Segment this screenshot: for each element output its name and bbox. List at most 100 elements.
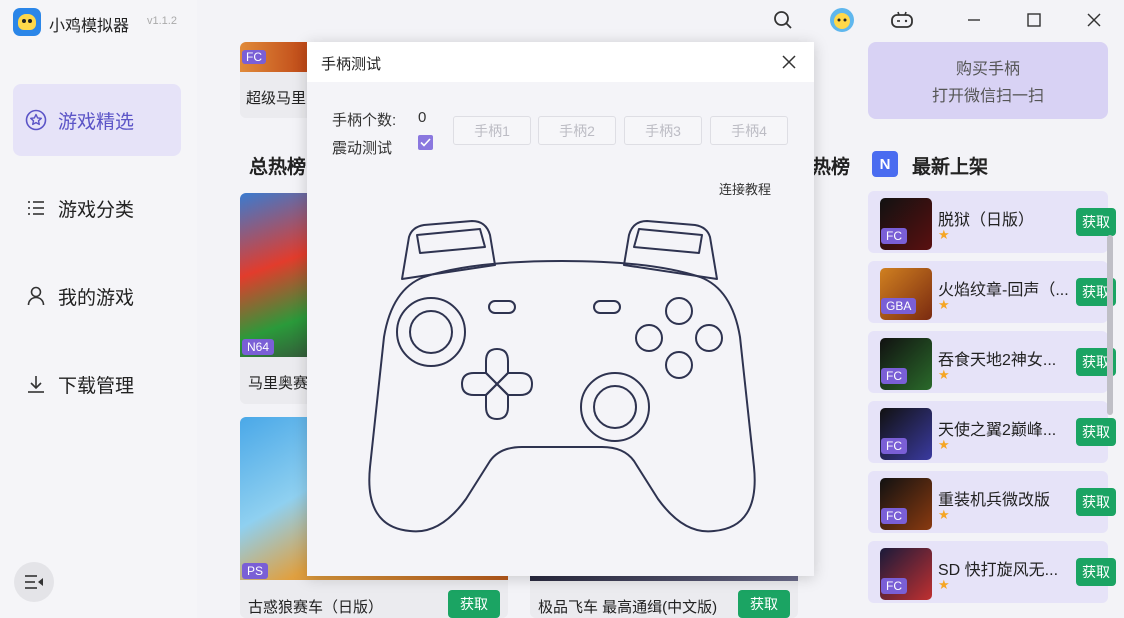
collapse-icon [25, 575, 43, 589]
list-item[interactable]: GBA 火焰纹章-回声（... ★ 获取 [868, 261, 1116, 323]
platform-tag: GBA [881, 298, 917, 314]
check-icon [420, 138, 431, 147]
avatar[interactable] [828, 6, 856, 34]
sidebar: 小鸡模拟器 v1.1.2 游戏精选 游戏分类 我的游戏 下载管理 [0, 0, 197, 618]
dialog-close-button[interactable] [778, 51, 800, 73]
search-icon [774, 11, 792, 29]
get-button[interactable]: 获取 [1076, 558, 1116, 586]
close-icon [782, 55, 796, 69]
sidebar-item-my-games[interactable]: 我的游戏 [13, 260, 181, 332]
gamepad-icon [891, 11, 913, 28]
star-icon: ★ [938, 367, 950, 382]
minimize-icon [968, 19, 980, 21]
maximize-button[interactable] [1004, 0, 1064, 40]
list-icon [25, 197, 47, 219]
get-button[interactable]: 获取 [448, 590, 500, 618]
game-title: 吞食天地2神女... [938, 352, 1057, 369]
platform-tag: FC [242, 50, 266, 64]
game-title: 火焰纹章-回声（... [938, 282, 1069, 299]
close-icon [1087, 13, 1101, 27]
get-button[interactable]: 获取 [1076, 488, 1116, 516]
user-icon [25, 285, 47, 307]
buy-line2: 打开微信扫一扫 [931, 88, 1044, 105]
gamepad-4-button[interactable]: 手柄4 [710, 116, 788, 145]
game-title: 古惑狼赛车（日版） [248, 599, 384, 616]
gamepad-3-button[interactable]: 手柄3 [624, 116, 702, 145]
face-button-top [665, 297, 693, 325]
star-circle-icon [25, 109, 47, 131]
sidebar-item-label: 我的游戏 [58, 287, 135, 309]
gamepad-count-value: 0 [418, 109, 427, 126]
sidebar-item-downloads[interactable]: 下载管理 [13, 348, 181, 420]
minimize-button[interactable] [944, 0, 1004, 40]
platform-tag: FC [881, 578, 907, 594]
collapse-sidebar-button[interactable] [14, 562, 54, 602]
select-button [488, 300, 516, 314]
right-stick-inner [593, 385, 637, 429]
left-bumper-top [416, 228, 486, 254]
gamepad-count-label: 手柄个数: [332, 112, 397, 129]
vibration-checkbox[interactable] [418, 135, 433, 150]
sidebar-item-label: 游戏精选 [58, 111, 135, 133]
sidebar-item-categories[interactable]: 游戏分类 [13, 172, 181, 244]
face-button-left [635, 324, 663, 352]
tutorial-link[interactable]: 连接教程 [719, 179, 771, 198]
platform-tag: FC [881, 508, 907, 524]
game-title: SD 快打旋风无... [938, 562, 1059, 579]
dpad-up [485, 348, 509, 385]
get-button[interactable]: 获取 [1076, 418, 1116, 446]
maximize-icon [1027, 13, 1041, 27]
search-button[interactable] [769, 6, 797, 34]
list-item[interactable]: FC 脱狱（日版） ★ 获取 [868, 191, 1116, 253]
section-title-new: 最新上架 [912, 157, 989, 178]
star-icon: ★ [938, 437, 950, 452]
platform-tag: PS [242, 563, 269, 579]
dialog-title: 手柄测试 [321, 56, 382, 73]
gamepad-button[interactable] [888, 6, 916, 34]
get-button[interactable]: 获取 [1076, 208, 1116, 236]
right-bumper-top [633, 228, 703, 254]
sidebar-item-label: 下载管理 [58, 375, 135, 397]
star-icon: ★ [938, 577, 950, 592]
new-badge-icon: N [872, 151, 898, 177]
dialog-header: 手柄测试 [307, 42, 814, 82]
close-window-button[interactable] [1064, 0, 1124, 40]
gamepad-illustration [368, 220, 756, 533]
star-icon: ★ [938, 507, 950, 522]
star-icon: ★ [938, 227, 950, 242]
game-title: 脱狱（日版） [938, 212, 1035, 229]
start-button [593, 300, 621, 314]
game-title: 天使之翼2巅峰... [938, 422, 1057, 439]
app-title: 小鸡模拟器 [49, 18, 130, 35]
buy-gamepad-card[interactable]: 购买手柄 打开微信扫一扫 [868, 42, 1108, 119]
gamepad-test-dialog: 手柄测试 手柄个数: 0 震动测试 手柄1 手柄2 手柄3 手柄4 连接教程 [307, 42, 814, 576]
list-item[interactable]: FC 重装机兵微改版 ★ 获取 [868, 471, 1116, 533]
vibration-label: 震动测试 [332, 140, 393, 157]
list-item[interactable]: FC SD 快打旋风无... ★ 获取 [868, 541, 1116, 603]
face-button-right [695, 324, 723, 352]
dpad-down [485, 383, 509, 420]
section-title-hot-right: 热榜 [812, 157, 851, 178]
section-title-hot: 总热榜 [249, 157, 307, 178]
gamepad-2-button[interactable]: 手柄2 [538, 116, 616, 145]
platform-tag: FC [881, 368, 907, 384]
left-stick-inner [409, 310, 453, 354]
sidebar-item-featured[interactable]: 游戏精选 [13, 84, 181, 156]
star-icon: ★ [938, 297, 950, 312]
scrollbar[interactable] [1107, 235, 1113, 415]
sidebar-item-label: 游戏分类 [58, 199, 135, 221]
face-button-bottom [665, 351, 693, 379]
game-title: 重装机兵微改版 [938, 492, 1051, 509]
window-controls [944, 0, 1124, 40]
controller-body [368, 260, 756, 533]
dpad-right [496, 372, 533, 396]
gamepad-1-button[interactable]: 手柄1 [453, 116, 531, 145]
game-title: 极品飞车 最高通缉(中文版) [538, 599, 718, 616]
get-button[interactable]: 获取 [738, 590, 790, 618]
download-icon [25, 373, 47, 395]
game-title: 超级马里 [246, 90, 307, 107]
list-item[interactable]: FC 吞食天地2神女... ★ 获取 [868, 331, 1116, 393]
buy-line1: 购买手柄 [955, 61, 1020, 78]
game-title: 马里奥赛 [248, 375, 309, 392]
list-item[interactable]: FC 天使之翼2巅峰... ★ 获取 [868, 401, 1116, 463]
